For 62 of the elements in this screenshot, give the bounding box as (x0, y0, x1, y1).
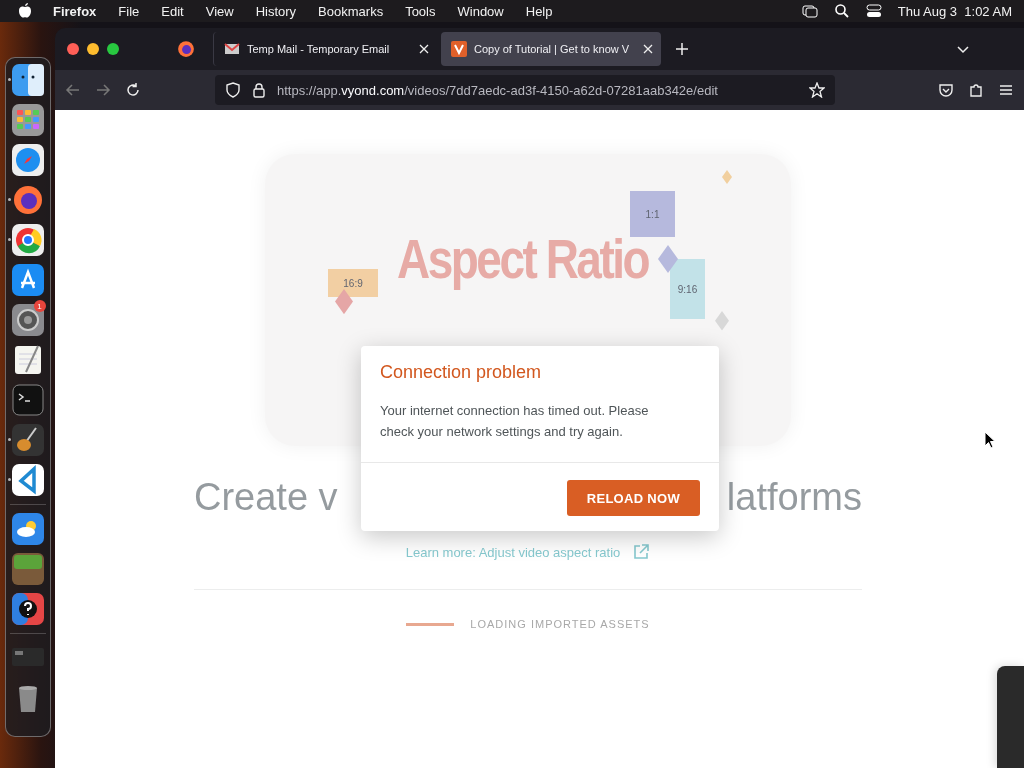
app-menu[interactable]: Firefox (42, 3, 108, 19)
pocket-icon[interactable] (938, 82, 954, 98)
diamond-icon (658, 245, 678, 273)
menu-item[interactable]: Bookmarks (307, 3, 395, 19)
dialog-title: Connection problem (380, 362, 543, 383)
star-icon[interactable] (809, 82, 825, 98)
close-window-button[interactable] (67, 43, 79, 55)
tab-title: Copy of Tutorial | Get to know V (474, 43, 631, 55)
grid-icon[interactable] (11, 104, 44, 136)
diamond-icon (715, 311, 729, 331)
menu-item[interactable]: Help (514, 3, 564, 19)
browser-tab[interactable]: Temp Mail - Temporary Email (213, 32, 437, 66)
diamond-icon (722, 168, 732, 186)
new-tab-icon[interactable] (675, 42, 689, 56)
menu-item[interactable]: Edit (150, 3, 195, 19)
reload-icon[interactable] (125, 82, 141, 98)
clock[interactable]: Thu Aug 3 1:02 AM (897, 3, 1012, 19)
windows-icon[interactable] (801, 3, 818, 19)
browser-tab[interactable]: Copy of Tutorial | Get to know V (441, 32, 661, 66)
face-icon[interactable] (11, 64, 44, 96)
back-icon[interactable] (65, 82, 81, 98)
loading-text: LOADING IMPORTED ASSETS (470, 618, 650, 630)
menu-item[interactable]: Tools (394, 3, 447, 19)
shield-icon[interactable] (225, 82, 241, 98)
search-icon[interactable] (833, 3, 850, 19)
compass-icon[interactable] (11, 144, 44, 176)
diamond-icon (335, 289, 353, 315)
menu-item[interactable]: History (244, 3, 308, 19)
weather-icon[interactable] (11, 513, 44, 545)
cursor-icon (984, 431, 996, 449)
logo-icon[interactable] (451, 41, 467, 57)
menu-item[interactable]: File (107, 3, 151, 19)
gear-icon[interactable] (11, 304, 44, 336)
envelope-icon[interactable] (224, 41, 240, 57)
ratio-label: 16:9 (328, 269, 378, 297)
reload-button[interactable]: RELOAD NOW (566, 480, 700, 516)
tab-title: Temp Mail - Temporary Email (247, 43, 391, 55)
control-center-icon[interactable] (865, 3, 882, 19)
dialog-message: Your internet connection has timed out. Please check your network settings and try again. (380, 402, 650, 441)
heading-text: latforms (726, 476, 862, 519)
menu-item[interactable]: View (194, 3, 245, 19)
url-text: https://app.vyond.com/videos/7dd7aedc-ad3f-4150-a62d-07281aab342e/edit (277, 82, 719, 98)
forward-icon[interactable] (95, 82, 111, 98)
lock-icon[interactable] (251, 82, 267, 98)
close-icon[interactable] (419, 44, 429, 54)
close-icon[interactable] (643, 44, 653, 54)
ratio-label: 9:16 (670, 259, 705, 319)
chrome-icon[interactable] (11, 224, 44, 256)
apple-icon[interactable] (18, 3, 32, 19)
terminal-icon[interactable] (11, 384, 44, 416)
ratio-label: 1:1 (630, 191, 675, 237)
menu-icon[interactable] (998, 82, 1014, 98)
menu-item[interactable]: Window (446, 3, 515, 19)
address-bar[interactable]: https://app.vyond.com/videos/7dd7aedc-ad3f-4150-a62d-07281aab342e/edit (215, 75, 835, 105)
grass-block-icon[interactable] (11, 553, 44, 585)
loading-bar (406, 622, 455, 626)
puzzle-icon[interactable] (968, 82, 984, 98)
minimize-button[interactable] (87, 43, 99, 55)
heading-text: Create v (194, 476, 338, 519)
zoom-button[interactable] (107, 43, 119, 55)
app-store-icon[interactable] (11, 264, 44, 296)
question-icon[interactable] (11, 593, 44, 625)
